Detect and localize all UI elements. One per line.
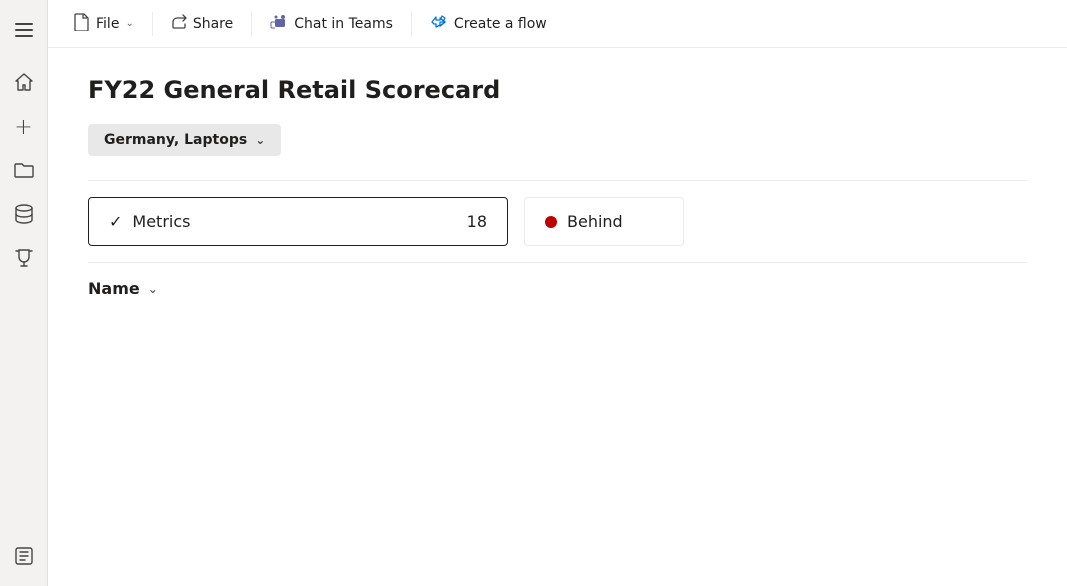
home-icon bbox=[14, 72, 34, 96]
metrics-section: ✓ Metrics 18 Behind bbox=[88, 180, 1027, 246]
file-chevron-icon: ⌄ bbox=[125, 18, 133, 29]
toolbar-divider-3 bbox=[411, 12, 412, 36]
database-icon bbox=[15, 204, 33, 228]
name-row: Name ⌄ bbox=[88, 262, 1027, 298]
sidebar-item-more[interactable] bbox=[6, 540, 42, 576]
toolbar-divider-1 bbox=[152, 12, 153, 36]
name-chevron-icon[interactable]: ⌄ bbox=[148, 282, 158, 296]
sidebar-item-data[interactable] bbox=[6, 198, 42, 234]
file-button[interactable]: File ⌄ bbox=[64, 7, 144, 41]
status-card[interactable]: Behind bbox=[524, 197, 684, 246]
page-title: FY22 General Retail Scorecard bbox=[88, 76, 1027, 104]
file-icon bbox=[74, 13, 90, 35]
status-dot-behind bbox=[545, 216, 557, 228]
metrics-label: Metrics bbox=[132, 212, 190, 231]
filter-chevron-icon: ⌄ bbox=[255, 133, 265, 147]
metrics-row: ✓ Metrics 18 Behind bbox=[88, 197, 1027, 246]
metrics-count: 18 bbox=[467, 212, 487, 231]
share-button[interactable]: Share bbox=[161, 8, 243, 40]
share-label: Share bbox=[193, 16, 233, 32]
filter-label: Germany, Laptops bbox=[104, 132, 247, 148]
main-content: File ⌄ Share Chat bbox=[48, 0, 1067, 586]
chat-teams-label: Chat in Teams bbox=[294, 16, 393, 32]
filter-row: Germany, Laptops ⌄ bbox=[88, 124, 1027, 156]
sidebar: + bbox=[0, 0, 48, 586]
trophy-icon bbox=[15, 248, 33, 272]
create-flow-label: Create a flow bbox=[454, 16, 547, 32]
sidebar-item-home[interactable] bbox=[6, 66, 42, 102]
teams-icon bbox=[270, 14, 288, 34]
create-flow-button[interactable]: Create a flow bbox=[420, 8, 557, 40]
flow-icon bbox=[430, 14, 448, 34]
check-icon: ✓ bbox=[109, 212, 122, 231]
metrics-card[interactable]: ✓ Metrics 18 bbox=[88, 197, 508, 246]
filter-button[interactable]: Germany, Laptops ⌄ bbox=[88, 124, 281, 156]
sidebar-item-new[interactable]: + bbox=[6, 110, 42, 146]
sidebar-item-browse[interactable] bbox=[6, 154, 42, 190]
hamburger-icon bbox=[15, 23, 33, 37]
more-icon bbox=[15, 547, 33, 569]
folder-icon bbox=[14, 161, 34, 183]
plus-icon: + bbox=[14, 117, 32, 139]
name-column-label: Name bbox=[88, 279, 140, 298]
sidebar-hamburger[interactable] bbox=[6, 12, 42, 48]
toolbar: File ⌄ Share Chat bbox=[48, 0, 1067, 48]
page-content: FY22 General Retail Scorecard Germany, L… bbox=[48, 48, 1067, 586]
file-label: File bbox=[96, 16, 119, 32]
chat-teams-button[interactable]: Chat in Teams bbox=[260, 8, 403, 40]
sidebar-item-goals[interactable] bbox=[6, 242, 42, 278]
metrics-left: ✓ Metrics bbox=[109, 212, 190, 231]
status-label: Behind bbox=[567, 212, 623, 231]
toolbar-divider-2 bbox=[251, 12, 252, 36]
share-icon bbox=[171, 14, 187, 34]
